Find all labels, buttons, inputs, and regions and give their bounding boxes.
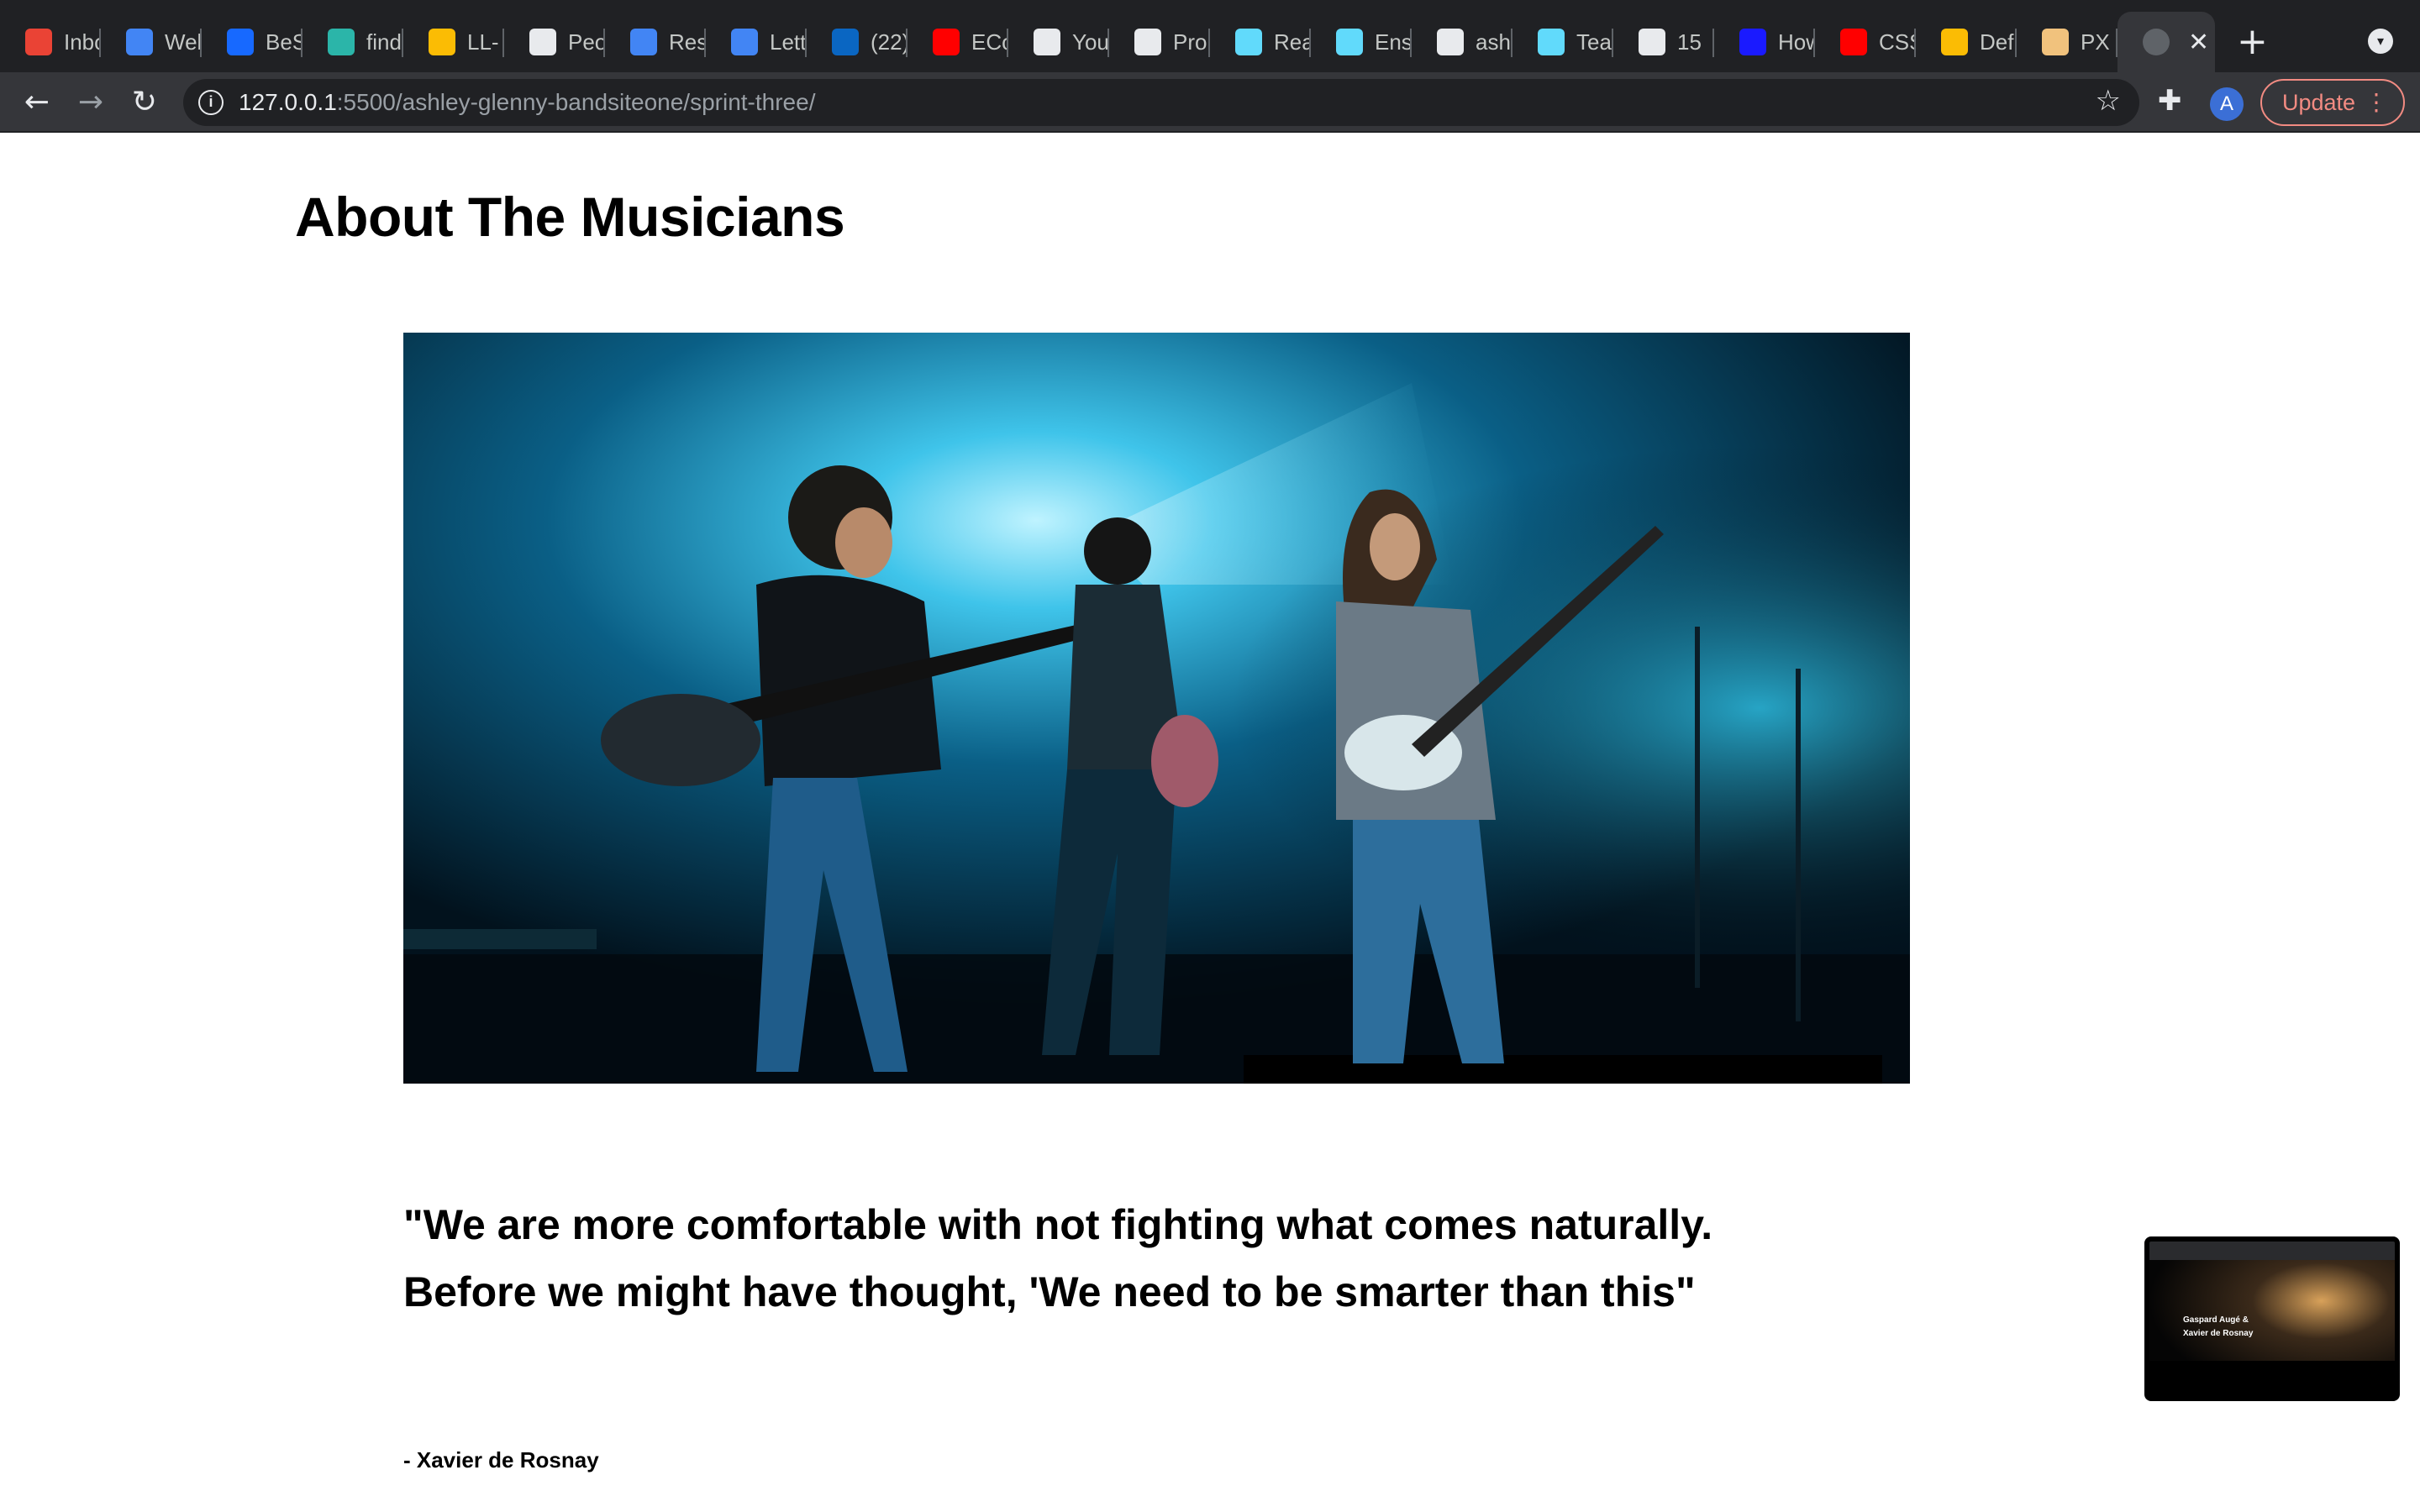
tab-title: LL-: [467, 29, 499, 55]
tab-title: 15: [1677, 29, 1702, 55]
chrome-icon: [1941, 29, 1968, 55]
page-content: About The Musicians "We are more comfort…: [0, 133, 2420, 1512]
quote-attribution: - Xavier de Rosnay: [403, 1447, 599, 1473]
concert-image: [403, 333, 1910, 1084]
github-icon: [1437, 29, 1464, 55]
tab-strip: Inbox Welcome BeSoul find LL- People Resume Let…: [0, 0, 2420, 72]
tab-title: Team: [1576, 29, 1613, 55]
band-quote: "We are more comfortable with not fighti…: [403, 1191, 2000, 1326]
tab-title: Welcome: [165, 29, 202, 55]
javascript-icon: [1739, 29, 1766, 55]
extensions-puzzle-icon[interactable]: ✚: [2158, 84, 2182, 118]
browser-tab[interactable]: How: [1714, 12, 1815, 72]
tab-title: PX: [2081, 29, 2110, 55]
globe-icon: [2143, 29, 2170, 55]
thumbnail-toolbar: [2149, 1242, 2395, 1260]
url-path: :5500/ashley-glenny-bandsiteone/sprint-t…: [336, 89, 816, 115]
update-label: Update: [2282, 90, 2356, 115]
react-icon: [1538, 29, 1565, 55]
gmail-icon: [25, 29, 52, 55]
browser-tab[interactable]: (22): [807, 12, 908, 72]
google-docs-icon: [731, 29, 758, 55]
github-icon: [1034, 29, 1060, 55]
window-preview-thumbnail[interactable]: Gaspard Augé & Xavier de Rosnay: [2144, 1236, 2400, 1401]
tab-title: ashley: [1476, 29, 1512, 55]
browser-tab[interactable]: Resume: [605, 12, 706, 72]
codepen-icon: [1134, 29, 1161, 55]
google-drive-icon: [429, 29, 455, 55]
site-info-icon[interactable]: i: [198, 90, 224, 115]
info-icon: [126, 29, 153, 55]
tab-title: BeSoul: [266, 29, 302, 55]
tab-title: (22): [871, 29, 908, 55]
url-host: 127.0.0.1: [239, 89, 337, 115]
back-arrow-icon[interactable]: ←: [13, 79, 60, 126]
browser-tab[interactable]: Inbox: [0, 12, 101, 72]
profile-avatar[interactable]: A: [2210, 87, 2244, 121]
close-tab-icon[interactable]: ✕: [2188, 28, 2209, 57]
browser-tab[interactable]: Pro: [1109, 12, 1210, 72]
behance-icon: [227, 29, 254, 55]
browser-tab[interactable]: People: [504, 12, 605, 72]
page-title: About The Musicians: [295, 186, 845, 248]
tab-title: React: [1274, 29, 1311, 55]
hashnode-icon: [328, 29, 355, 55]
forward-arrow-icon[interactable]: →: [67, 79, 114, 126]
reload-icon[interactable]: ↻: [121, 79, 168, 126]
tab-title: How: [1778, 29, 1815, 55]
url-text[interactable]: 127.0.0.1:5500/ashley-glenny-bandsiteone…: [239, 89, 815, 116]
quote-line-1: "We are more comfortable with not fighti…: [403, 1201, 1713, 1248]
browser-tab[interactable]: BeSoul: [202, 12, 302, 72]
tab-title: Ensure: [1375, 29, 1412, 55]
zendesk-icon: [529, 29, 556, 55]
calculator-icon: [2042, 29, 2069, 55]
browser-toolbar: ← → ↻ i 127.0.0.1:5500/ashley-glenny-ban…: [0, 72, 2420, 133]
browser-tab[interactable]: PX: [2017, 12, 2118, 72]
tab-title: ECom: [971, 29, 1008, 55]
more-menu-icon[interactable]: ⋮: [2365, 81, 2388, 124]
tab-search-icon[interactable]: ▾: [2368, 29, 2393, 54]
browser-tab[interactable]: Welcome: [101, 12, 202, 72]
thumbnail-caption-line-2: Xavier de Rosnay: [2183, 1329, 2254, 1338]
browser-tab[interactable]: ashley: [1412, 12, 1512, 72]
browser-tab[interactable]: CSS: [1815, 12, 1916, 72]
medium-icon: [1639, 29, 1665, 55]
new-tab-button[interactable]: +: [2237, 18, 2268, 66]
musicians-photo: [403, 333, 1910, 1084]
google-docs-icon: [630, 29, 657, 55]
tab-active[interactable]: ✕: [2118, 12, 2215, 72]
youtube-icon: [1840, 29, 1867, 55]
address-bar[interactable]: i 127.0.0.1:5500/ashley-glenny-bandsiteo…: [183, 79, 2139, 126]
linkedin-icon: [832, 29, 859, 55]
browser-tab[interactable]: Def: [1916, 12, 2017, 72]
browser-tab[interactable]: React: [1210, 12, 1311, 72]
tab-title: find: [366, 29, 402, 55]
tab-title: Your: [1072, 29, 1109, 55]
youtube-icon: [933, 29, 960, 55]
thumbnail-caption: Gaspard Augé & Xavier de Rosnay: [2183, 1314, 2253, 1341]
tab-title: Inbox: [64, 29, 101, 55]
browser-tab[interactable]: Your: [1008, 12, 1109, 72]
tab-title: Def: [1980, 29, 2014, 55]
tab-title: Pro: [1173, 29, 1207, 55]
update-button[interactable]: Update ⋮: [2260, 79, 2405, 126]
react-icon: [1235, 29, 1262, 55]
thumbnail-caption-line-1: Gaspard Augé &: [2183, 1315, 2249, 1325]
tab-title: CSS: [1879, 29, 1916, 55]
browser-tab[interactable]: Letter: [706, 12, 807, 72]
react-icon: [1336, 29, 1363, 55]
quote-line-2: Before we might have thought, 'We need t…: [403, 1268, 1696, 1315]
tab-title: People: [568, 29, 605, 55]
browser-tab[interactable]: LL-: [403, 12, 504, 72]
browser-tab[interactable]: Team: [1512, 12, 1613, 72]
bookmark-star-icon[interactable]: ☆: [2096, 84, 2121, 118]
browser-tab[interactable]: Ensure: [1311, 12, 1412, 72]
browser-tab[interactable]: 15: [1613, 12, 1714, 72]
browser-tab[interactable]: ECom: [908, 12, 1008, 72]
tab-title: Resume: [669, 29, 706, 55]
browser-tab[interactable]: find: [302, 12, 403, 72]
tab-title: Letter: [770, 29, 807, 55]
